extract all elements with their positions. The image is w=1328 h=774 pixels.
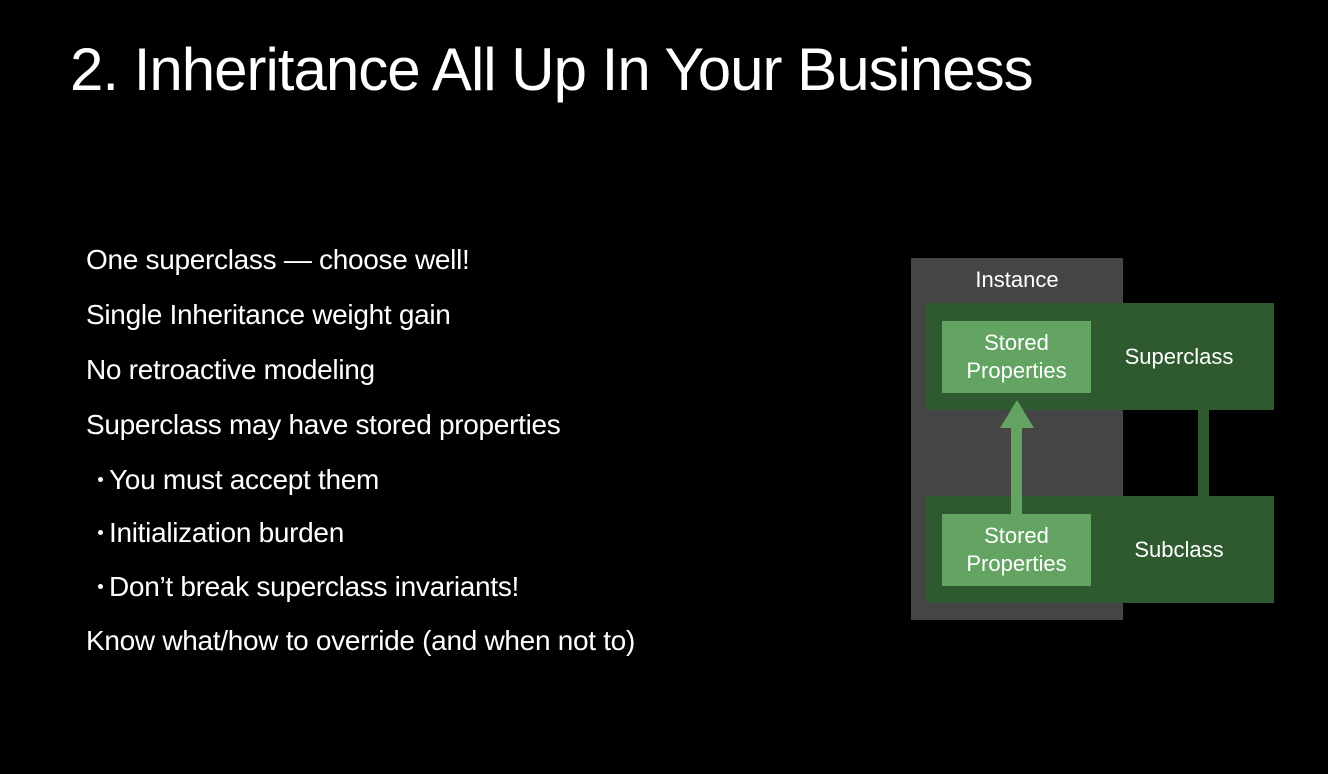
up-arrow-icon xyxy=(1000,400,1034,428)
superclass-label: Superclass xyxy=(1124,344,1234,369)
bullet-retroactive-modeling: No retroactive modeling xyxy=(86,354,375,385)
slide-title: 2. Inheritance All Up In Your Business xyxy=(70,36,1034,103)
sub-bullet-initialization: Initialization burden xyxy=(98,513,344,553)
sub-bullet-accept-text: You must accept them xyxy=(109,464,380,495)
inheritance-arrow-shaft xyxy=(1011,426,1022,515)
bullet-weight-gain: Single Inheritance weight gain xyxy=(86,299,451,330)
bullet-stored-properties: Superclass may have stored properties xyxy=(86,409,561,440)
sub-bullet-initialization-text: Initialization burden xyxy=(109,517,344,548)
superclass-stored-properties: Stored Properties xyxy=(942,321,1091,393)
sub-bullet-invariants-text: Don’t break superclass invariants! xyxy=(109,571,519,602)
superclass-subclass-connector xyxy=(1198,409,1209,497)
bullet-dot-icon xyxy=(98,477,103,483)
bullet-dot-icon xyxy=(98,530,103,536)
sub-bullet-invariants: Don’t break superclass invariants! xyxy=(98,567,519,607)
subclass-stored-properties: Stored Properties xyxy=(942,514,1091,586)
bullet-override: Know what/how to override (and when not … xyxy=(86,625,635,656)
bullet-dot-icon xyxy=(98,584,103,590)
instance-label: Instance xyxy=(975,267,1059,292)
sub-bullet-accept: You must accept them xyxy=(98,460,379,500)
subclass-label: Subclass xyxy=(1134,537,1224,562)
bullet-one-superclass: One superclass — choose well! xyxy=(86,244,470,275)
